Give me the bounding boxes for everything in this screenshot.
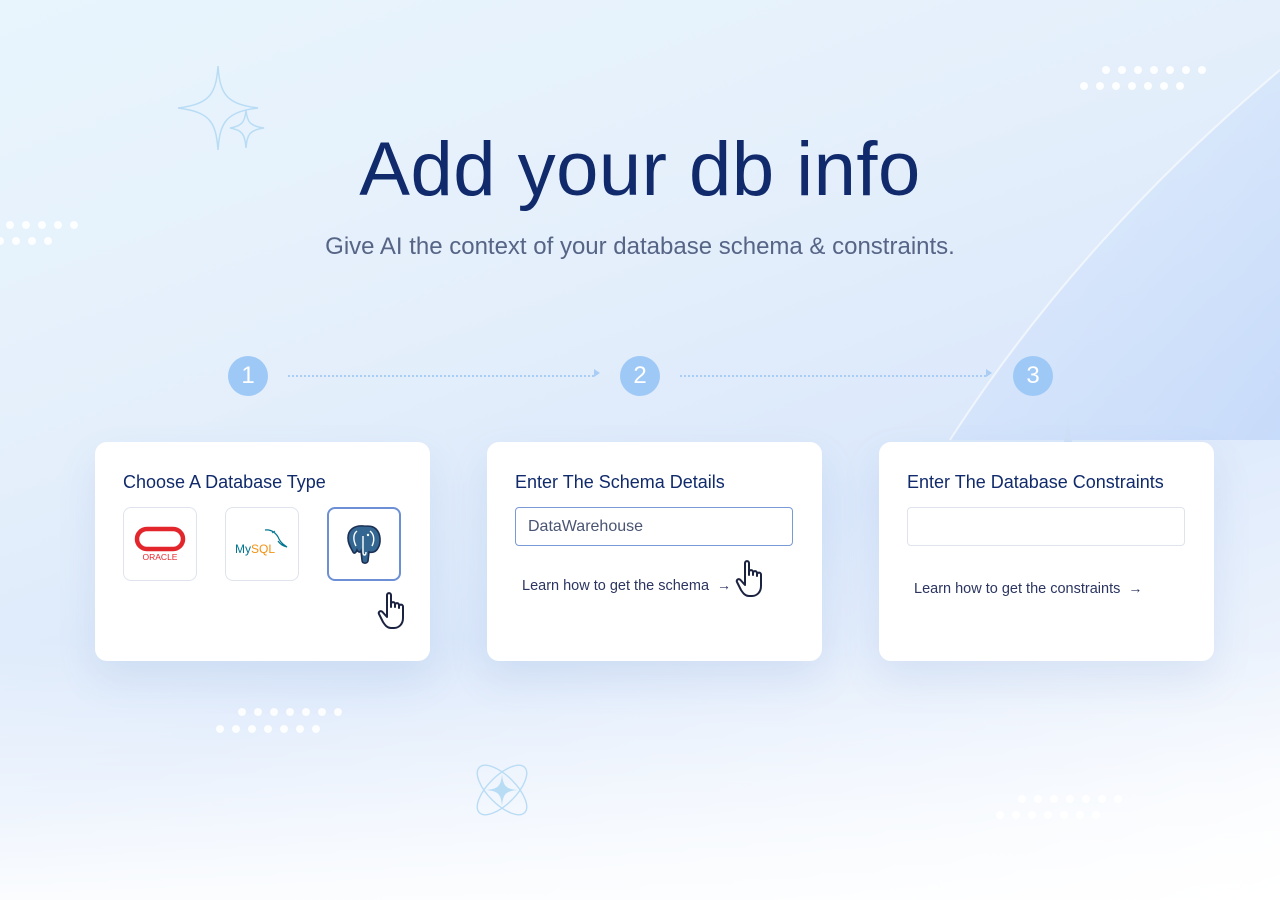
schema-help-link[interactable]: Learn how to get the schema → [522,577,731,594]
hand-pointer-icon [735,560,762,597]
mysql-option-button[interactable]: MySQL [225,507,299,581]
arrow-right-icon: → [717,577,732,593]
card-title: Choose A Database Type [123,472,326,492]
constraints-help-link-label: Learn how to get the constraints [914,581,1121,597]
step-badge-1: 1 [228,356,268,396]
step-connector-2 [680,375,986,377]
schema-input[interactable] [515,507,793,546]
card-title: Enter The Schema Details [515,472,725,492]
postgresql-option-button[interactable] [327,507,401,581]
mysql-logo-label: MySQL [235,542,275,556]
database-type-card: Choose A Database Type ORACLE MySQL [95,442,430,661]
page-subtitle: Give AI the context of your database sch… [325,233,955,260]
step-arrow-icon [594,369,600,377]
step-arrow-icon [986,369,992,377]
hand-pointer-icon [377,592,404,629]
step-badge-3: 3 [1013,356,1053,396]
schema-details-card: Enter The Schema Details Learn how to ge… [487,442,822,661]
step-connector-1 [288,375,594,377]
bottom-fade [0,640,1280,900]
step-badge-2: 2 [620,356,660,396]
constraints-help-link[interactable]: Learn how to get the constraints → [914,580,1142,597]
oracle-logo-icon: ORACLE [134,526,186,562]
mysql-logo-icon: MySQL [235,529,288,556]
oracle-option-button[interactable]: ORACLE [123,507,197,581]
constraints-input[interactable] [907,507,1185,546]
database-constraints-card: Enter The Database Constraints Learn how… [879,442,1214,661]
schema-help-link-label: Learn how to get the schema [522,578,710,594]
arrow-right-icon: → [1128,580,1143,596]
postgresql-elephant-icon [347,525,381,564]
card-title: Enter The Database Constraints [907,472,1164,492]
sparkle-small-icon [1064,408,1072,442]
atom-icon [476,764,528,816]
oracle-logo-label: ORACLE [143,552,178,562]
page-title: Add your db info [359,127,921,212]
